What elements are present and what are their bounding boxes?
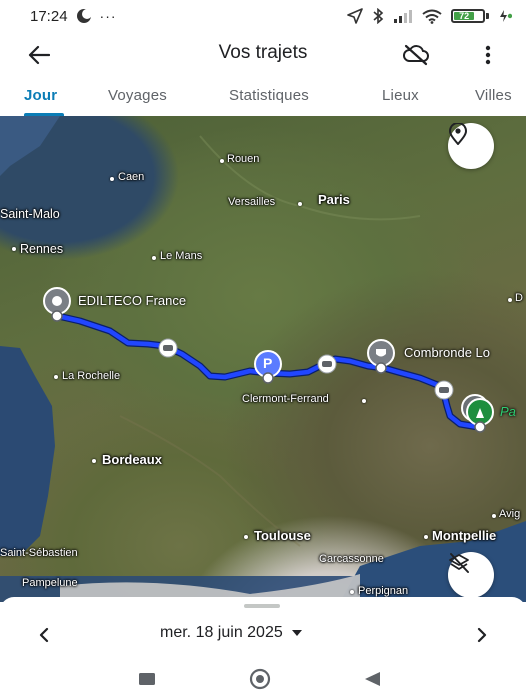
car-marker-3[interactable] [434,380,454,400]
map-label-versailles: Versailles [228,196,276,208]
system-back-button[interactable] [357,667,387,691]
signal-icon [393,9,413,23]
map-label-montpellier: Montpellie [432,528,497,543]
moon-icon [76,8,92,24]
sheet-handle[interactable] [244,604,280,608]
location-arrow-icon [347,8,363,24]
map-label-bordeaux: Bordeaux [102,452,162,467]
battery-icon: 72 [451,9,489,23]
home-button[interactable] [245,667,275,691]
layers-off-icon [449,553,469,573]
map-label-saint-sebastien: Saint-Sébastien [0,547,78,559]
map-layers-button[interactable] [448,552,494,598]
map-label-paris: Paris [318,192,350,207]
caret-down-icon [291,630,302,636]
place-label-start: EDILTECO France [78,293,187,308]
system-nav-bar [0,657,526,700]
car-marker-2[interactable] [317,354,337,374]
tab-villes[interactable]: Villes [475,87,512,104]
tab-statistiques[interactable]: Statistiques [229,87,309,104]
more-options-button[interactable] [476,41,500,69]
map-label-le-mans: Le Mans [160,250,203,262]
triangle-back-icon [365,672,380,686]
wifi-icon [422,9,442,24]
map-label-la-rochelle: La Rochelle [62,370,121,382]
page-title: Vos trajets [218,42,308,63]
app-bar: Vos trajets [0,32,526,76]
circle-icon [249,668,271,690]
more-notifications-indicator: ··· [99,8,117,24]
hide-timeline-button[interactable] [402,41,430,69]
next-day-button[interactable] [470,623,494,647]
map-label-rouen: Rouen [227,153,260,165]
map-label-clermont-ferrand: Clermont-Ferrand [242,393,329,405]
bottom-sheet: mer. 18 juin 2025 [0,597,526,657]
map-label-d: D [515,292,523,304]
map-view[interactable]: P EDILTECO France Combronde Lo Pa Rouen … [0,116,526,602]
status-bar: 17:24 ··· 72 [0,0,526,32]
cloud-off-icon [403,44,429,66]
map-label-carcassonne: Carcassonne [319,553,384,565]
place-label-mid: Combronde Lo [404,345,490,360]
date-label: mer. 18 juin 2025 [160,624,283,641]
bluetooth-icon [372,8,384,24]
map-label-toulouse: Toulouse [254,528,311,543]
tab-bar: Jour Voyages Statistiques Lieux Villes [0,78,526,116]
tab-lieux[interactable]: Lieux [382,87,419,104]
status-time: 17:24 [30,7,68,25]
location-pin-icon [448,123,468,145]
more-vert-icon [485,45,491,65]
tab-voyages[interactable]: Voyages [108,87,167,104]
tab-jour[interactable]: Jour [24,87,57,104]
map-label-avig: Avig [499,508,521,520]
date-selector[interactable]: mer. 18 juin 2025 [160,624,303,642]
recents-button[interactable] [132,667,162,691]
place-label-destination: Pa [500,404,516,419]
map-label-pampelune: Pampelune [22,577,78,589]
chevron-left-icon [39,627,49,643]
locate-button[interactable] [448,123,494,169]
battery-level: 72 [454,11,475,21]
map-label-caen: Caen [118,171,145,183]
car-marker-1[interactable] [158,338,178,358]
charging-icon [498,9,512,23]
previous-day-button[interactable] [32,623,56,647]
map-label-rennes: Rennes [20,242,64,256]
chevron-right-icon [477,627,487,643]
map-label-saint-malo: Saint-Malo [0,207,60,221]
map-label-perpignan: Perpignan [358,585,409,597]
parking-letter: P [263,355,273,371]
square-icon [139,673,155,685]
